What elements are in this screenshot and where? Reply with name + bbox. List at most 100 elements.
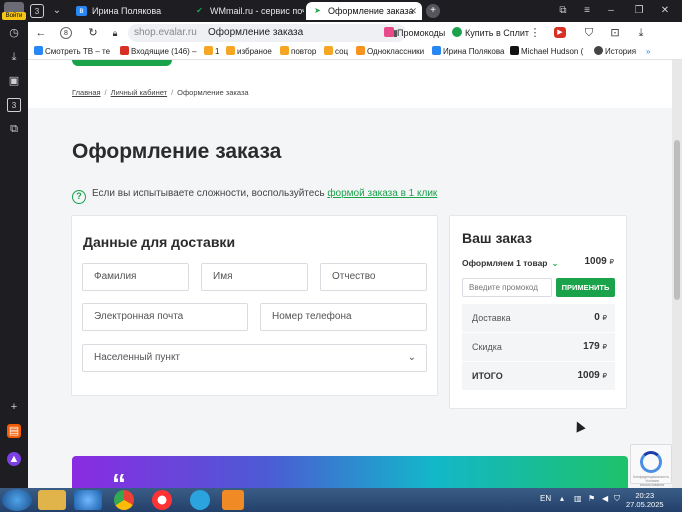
bookmark-item[interactable]: соц bbox=[324, 46, 348, 58]
promo-extension[interactable]: Промокоды bbox=[384, 26, 445, 40]
apply-promo-button[interactable]: ПРИМЕНИТЬ bbox=[556, 278, 615, 297]
header-green-button[interactable] bbox=[72, 60, 172, 66]
city-select[interactable]: Населенный пункт ⌄ bbox=[82, 344, 427, 372]
ie-icon[interactable] bbox=[74, 490, 102, 510]
promo-banner[interactable]: “ bbox=[72, 456, 628, 488]
login-button[interactable]: Войти bbox=[2, 12, 26, 20]
middle-name-field[interactable]: Отчество bbox=[320, 263, 427, 291]
history-icon[interactable]: ◷ bbox=[7, 26, 21, 40]
add-icon[interactable]: + bbox=[7, 400, 21, 414]
tab-counter-icon[interactable]: 3 bbox=[7, 98, 21, 112]
split-extension[interactable]: Купить в Сплит bbox=[452, 26, 529, 40]
tab-vk[interactable]: в Ирина Полякова bbox=[70, 2, 188, 20]
tray-arrow-icon[interactable]: ▴ bbox=[560, 494, 564, 503]
promo-input[interactable]: Введите промокод bbox=[462, 278, 552, 297]
scrollbar-thumb[interactable] bbox=[674, 140, 680, 300]
media-icon[interactable] bbox=[222, 490, 244, 510]
maximize-icon[interactable]: ❐ bbox=[632, 4, 646, 18]
quote-icon: “ bbox=[112, 468, 126, 488]
bookmark-item[interactable]: Входящие (146) – bbox=[120, 46, 197, 58]
more-icon[interactable]: ⋮ bbox=[528, 26, 542, 40]
language-indicator[interactable]: EN bbox=[540, 494, 551, 503]
folder-icon bbox=[324, 46, 333, 55]
tab-bar: 3 ⌄ в Ирина Полякова ✔ WMmail.ru - серви… bbox=[28, 0, 682, 22]
collections-icon[interactable]: ⧉ bbox=[7, 122, 21, 136]
new-tab-button[interactable]: + bbox=[426, 4, 440, 18]
tab-checkout[interactable]: ➤ Оформление заказа ✕ bbox=[306, 2, 422, 20]
shield-icon[interactable]: ⛉ bbox=[582, 26, 596, 40]
breadcrumb-account[interactable]: Личный кабинет bbox=[111, 88, 167, 97]
clock[interactable]: 20:23 27.05.2025 bbox=[626, 491, 664, 509]
lock-icon[interactable]: 🔒︎ bbox=[108, 26, 122, 40]
address-bar: ← 8 ↻ 🔒︎ shop.evalar.ru Оформление заказ… bbox=[28, 22, 682, 44]
bookmark-item[interactable]: История bbox=[594, 46, 636, 58]
phone-field[interactable]: Номер телефона bbox=[260, 303, 427, 331]
header-band bbox=[28, 60, 672, 108]
recaptcha-badge[interactable]: Конфиденциальность - Условия использован… bbox=[630, 444, 672, 487]
breadcrumb-current: Оформление заказа bbox=[177, 88, 249, 97]
downloads-icon[interactable]: ⤓ bbox=[7, 50, 21, 64]
history-icon bbox=[594, 46, 603, 55]
bookmark-item[interactable]: повтор bbox=[280, 46, 316, 58]
vk-icon bbox=[432, 46, 441, 55]
email-field[interactable]: Электронная почта bbox=[82, 303, 248, 331]
gmail-icon bbox=[120, 46, 129, 55]
bookmark-item[interactable]: Ирина Полякова bbox=[432, 46, 504, 58]
bookmark-item[interactable]: избраное bbox=[226, 46, 272, 58]
percent-icon bbox=[384, 27, 394, 37]
bookmark-item[interactable]: Michael Hudson ( bbox=[510, 46, 583, 58]
menu-icon[interactable]: ≡ bbox=[580, 4, 594, 18]
last-name-field[interactable]: Фамилия bbox=[82, 263, 189, 291]
tabs-overview-icon[interactable]: ⧉ bbox=[556, 4, 570, 18]
chrome-icon[interactable] bbox=[114, 490, 134, 510]
shield-tray-icon[interactable]: ⛉ bbox=[614, 494, 620, 504]
summary-row-total: ИТОГО 1009 ₽ bbox=[462, 362, 615, 390]
help-notice: ? Если вы испытываете сложности, воспольз… bbox=[72, 188, 437, 204]
url-field[interactable]: shop.evalar.ru Оформление заказа ▮ bbox=[128, 24, 406, 42]
market-icon[interactable]: ▤ bbox=[7, 424, 21, 438]
protect-icon[interactable]: 8 bbox=[60, 27, 72, 39]
folder-icon bbox=[226, 46, 235, 55]
volume-icon[interactable]: ◀ bbox=[602, 494, 608, 503]
breadcrumb-home[interactable]: Главная bbox=[72, 88, 101, 97]
page-title: Оформление заказа bbox=[72, 140, 282, 163]
tab-counter-button[interactable]: 3 bbox=[30, 4, 44, 18]
recaptcha-icon bbox=[640, 451, 662, 473]
bookmark-item[interactable]: Смотреть ТВ – те bbox=[34, 46, 110, 58]
yandex-icon[interactable] bbox=[152, 490, 172, 510]
chevron-down-icon: ⌄ bbox=[407, 352, 416, 363]
question-icon: ? bbox=[72, 190, 86, 204]
order-title: Ваш заказ bbox=[462, 230, 532, 246]
one-click-order-link[interactable]: формой заказа в 1 клик bbox=[327, 188, 437, 199]
folder-icon bbox=[204, 46, 213, 55]
summary-row-delivery: Доставка 0 ₽ bbox=[462, 304, 615, 332]
flag-icon[interactable]: ⚑ bbox=[588, 494, 595, 503]
bookmark-item[interactable]: 1 bbox=[204, 46, 219, 58]
folder-icon bbox=[280, 46, 289, 55]
close-window-icon[interactable]: ✕ bbox=[658, 4, 672, 18]
reload-icon[interactable]: ↻ bbox=[86, 26, 100, 40]
bookmarks-bar: Смотреть ТВ – те Входящие (146) – 1 избр… bbox=[28, 44, 682, 60]
ok-icon bbox=[356, 46, 365, 55]
telegram-icon[interactable] bbox=[190, 490, 210, 510]
minimize-icon[interactable]: – bbox=[604, 4, 618, 18]
extensions-icon[interactable]: ⊡ bbox=[608, 26, 622, 40]
download-icon[interactable]: ⤓ bbox=[634, 26, 648, 40]
order-price: 1009 ₽ bbox=[584, 256, 615, 267]
more-bookmarks-icon[interactable]: » bbox=[646, 46, 650, 58]
alice-icon[interactable]: ▲ bbox=[7, 452, 21, 466]
delivery-title: Данные для доставки bbox=[83, 234, 236, 250]
youtube-ext-icon[interactable]: ▶ bbox=[554, 27, 566, 38]
chevron-down-icon[interactable]: ⌄ bbox=[50, 4, 64, 18]
order-count-toggle[interactable]: Оформляем 1 товар ⌄ bbox=[462, 258, 559, 269]
tab-wmmail[interactable]: ✔ WMmail.ru - сервис почтовых bbox=[188, 2, 304, 20]
network-icon[interactable]: ▥ bbox=[574, 494, 582, 503]
close-tab-icon[interactable]: ✕ bbox=[409, 2, 417, 20]
back-icon[interactable]: ← bbox=[34, 26, 48, 40]
explorer-icon[interactable] bbox=[38, 490, 66, 510]
start-button[interactable] bbox=[2, 489, 32, 511]
screenshot-icon[interactable]: ▣ bbox=[7, 74, 21, 88]
first-name-field[interactable]: Имя bbox=[201, 263, 308, 291]
yandex-side-panel: Войти ◷ ⤓ ▣ 3 ⧉ + ▤ ▲ bbox=[0, 0, 28, 488]
bookmark-item[interactable]: Одноклассники bbox=[356, 46, 424, 58]
